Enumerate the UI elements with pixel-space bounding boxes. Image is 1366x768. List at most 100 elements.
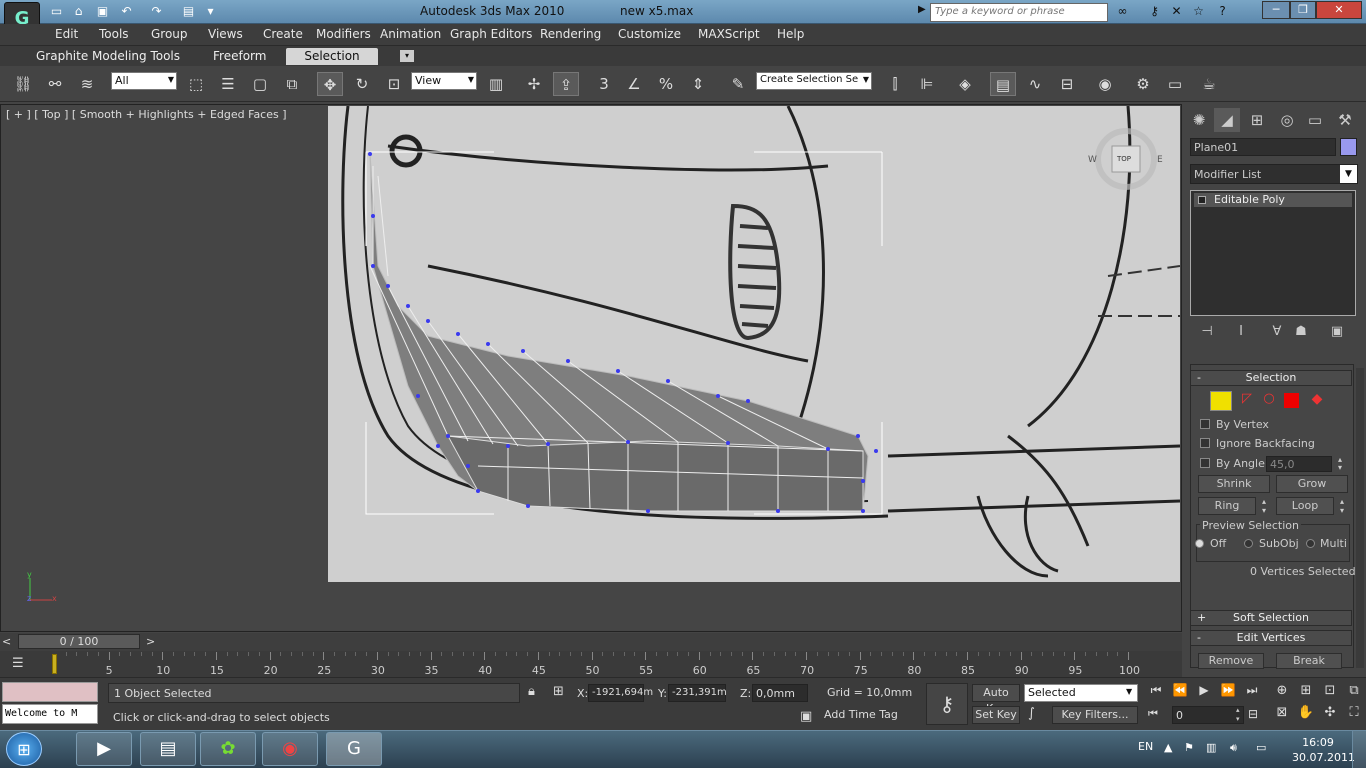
zoom-extents-all-icon[interactable]: ⧉ [1344, 683, 1364, 701]
ring-spinner-icon[interactable]: ▴ ▾ [1258, 497, 1270, 515]
z-coordinate-field[interactable]: 0,0mm [752, 684, 808, 702]
prev-frame-icon[interactable]: < [2, 635, 11, 648]
mini-curve-editor-icon[interactable]: ☰ [12, 656, 24, 671]
stack-item-editable-poly[interactable]: Editable Poly [1194, 193, 1352, 207]
modifier-stack[interactable] [1190, 190, 1356, 316]
curve-editor-icon[interactable]: ∿ [1022, 72, 1048, 96]
search-input[interactable]: Type a keyword or phrase [930, 3, 1108, 22]
panel-scrollbar[interactable] [1356, 368, 1364, 668]
create-tab-icon[interactable]: ✺ [1186, 108, 1212, 132]
maximize-viewport-icon[interactable]: ⛶ [1344, 705, 1364, 723]
selection-rollout-header[interactable]: - Selection [1190, 370, 1352, 386]
edge-icon[interactable]: ◸ [1236, 391, 1258, 411]
named-selection-dropdown[interactable]: Create Selection Se [756, 72, 872, 90]
maxscript-listener-input[interactable]: Welcome to M [2, 704, 98, 724]
new-file-icon[interactable]: ▭ [48, 3, 65, 20]
edit-named-sel-icon[interactable]: ✎ [725, 72, 751, 96]
redo-icon[interactable]: ↷ [148, 3, 165, 20]
viewport-label[interactable]: [ + ] [ Top ] [ Smooth + Highlights + Ed… [6, 108, 287, 121]
tools-icon[interactable]: ✕ [1168, 3, 1185, 20]
time-tag-icon[interactable]: ▣ [800, 709, 812, 724]
selection-filter-dropdown[interactable]: All [111, 72, 177, 90]
select-scale-icon[interactable]: ⊡ [381, 72, 407, 96]
viewcube-label[interactable]: TOP [1117, 155, 1131, 163]
border-icon[interactable]: ○ [1258, 391, 1280, 411]
render-setup-icon[interactable]: ⚙ [1130, 72, 1156, 96]
remove-button[interactable]: Remove [1198, 653, 1264, 669]
icq-icon[interactable]: ✿ [200, 732, 256, 766]
tray-expand-icon[interactable]: ▲ [1164, 741, 1172, 754]
utilities-tab-icon[interactable]: ⚒ [1332, 108, 1358, 132]
select-object-icon[interactable]: ⬚ [183, 72, 209, 96]
tab-freeform[interactable]: Freeform [207, 48, 272, 65]
go-to-start-icon[interactable]: ⏮ [1146, 683, 1166, 701]
action-center-icon[interactable]: ⚑ [1184, 741, 1194, 754]
break-button[interactable]: Break [1276, 653, 1342, 669]
current-frame-marker[interactable] [52, 654, 57, 674]
polygon-icon[interactable] [1284, 393, 1299, 408]
star-icon[interactable]: ☆ [1190, 3, 1207, 20]
window-crossing-icon[interactable]: ⧉ [279, 72, 305, 96]
play-icon[interactable]: ▶ [1194, 683, 1214, 701]
manipulate-icon[interactable]: ✢ [521, 72, 547, 96]
next-frame-icon[interactable]: > [146, 635, 155, 648]
key-selection-set-dropdown[interactable]: Selected [1024, 684, 1138, 702]
default-tangent-icon[interactable]: ∫ [1028, 706, 1035, 721]
time-slider[interactable] [0, 633, 1182, 651]
layer-manager-icon[interactable]: ◈ [952, 72, 978, 96]
menu-graph-editors[interactable]: Graph Editors [450, 27, 532, 41]
menu-rendering[interactable]: Rendering [540, 27, 601, 41]
zoom-region-icon[interactable]: ⊠ [1272, 705, 1292, 723]
3dsmax-icon[interactable]: G [326, 732, 382, 766]
vertex-icon[interactable] [1210, 391, 1232, 411]
reference-image-plane[interactable] [328, 106, 1180, 582]
select-move-icon[interactable]: ✥ [317, 72, 343, 96]
shrink-button[interactable]: Shrink [1198, 475, 1270, 493]
spinner-snap-icon[interactable]: ⇕ [685, 72, 711, 96]
percent-snap-icon[interactable]: % [653, 72, 679, 96]
set-keys-icon[interactable]: ⚷ [926, 683, 968, 725]
unlink-icon[interactable]: ⚯ [42, 72, 68, 96]
orbit-icon[interactable]: ✣ [1320, 705, 1340, 723]
loop-button[interactable]: Loop [1276, 497, 1334, 515]
restore-icon[interactable]: ❐ [1290, 1, 1316, 19]
zoom-all-icon[interactable]: ⊞ [1296, 683, 1316, 701]
rendered-frame-icon[interactable]: ▭ [1162, 72, 1188, 96]
absolute-mode-icon[interactable]: ⊞ [553, 684, 564, 699]
zoom-extents-icon[interactable]: ⊡ [1320, 683, 1340, 701]
angle-input[interactable]: 45,0 [1266, 456, 1332, 472]
display-tab-icon[interactable]: ▭ [1302, 108, 1328, 132]
key-mode-icon[interactable]: ⏮ [1148, 707, 1158, 721]
key-icon[interactable]: ⚷ [1146, 3, 1163, 20]
ignore-backfacing-checkbox[interactable] [1200, 438, 1210, 448]
x-coordinate-field[interactable]: -1921,694m [588, 684, 653, 702]
material-editor-icon[interactable]: ◉ [1092, 72, 1118, 96]
preview-off-radio[interactable] [1195, 539, 1204, 548]
current-frame-field[interactable]: 0 [1172, 706, 1244, 724]
ring-button[interactable]: Ring [1198, 497, 1256, 515]
angle-snap-icon[interactable]: ∠ [621, 72, 647, 96]
zoom-icon[interactable]: ⊕ [1272, 683, 1292, 701]
save-icon[interactable]: ▣ [94, 3, 111, 20]
maxscript-listener-output[interactable] [2, 682, 98, 702]
rect-selection-icon[interactable]: ▢ [247, 72, 273, 96]
menu-views[interactable]: Views [208, 27, 243, 41]
next-key-icon[interactable]: ⏩ [1218, 683, 1238, 701]
close-icon[interactable]: ✕ [1316, 1, 1362, 19]
menu-help[interactable]: Help [777, 27, 804, 41]
select-and-link-icon[interactable]: ⛓ [10, 72, 36, 96]
mirror-icon[interactable]: ⫿ [882, 72, 908, 96]
auto-key-button[interactable]: Auto Key [972, 684, 1020, 715]
y-coordinate-field[interactable]: -231,391m [668, 684, 727, 702]
file-explorer-icon[interactable]: ▤ [140, 732, 196, 766]
by-vertex-checkbox[interactable] [1200, 419, 1210, 429]
render-icon[interactable]: ☕ [1196, 72, 1222, 96]
by-angle-checkbox[interactable] [1200, 458, 1210, 468]
clock[interactable]: 16:09 30.07.2011 [1292, 735, 1355, 765]
chevron-down-icon[interactable]: ▼ [1340, 165, 1357, 183]
modify-tab-icon[interactable]: ◢ [1214, 108, 1240, 132]
keyboard-shortcut-icon[interactable]: ⇪ [553, 72, 579, 96]
pivot-icon[interactable]: ▥ [483, 72, 509, 96]
prev-key-icon[interactable]: ⏪ [1170, 683, 1190, 701]
ribbon-options-icon[interactable]: ▾ [400, 50, 414, 62]
